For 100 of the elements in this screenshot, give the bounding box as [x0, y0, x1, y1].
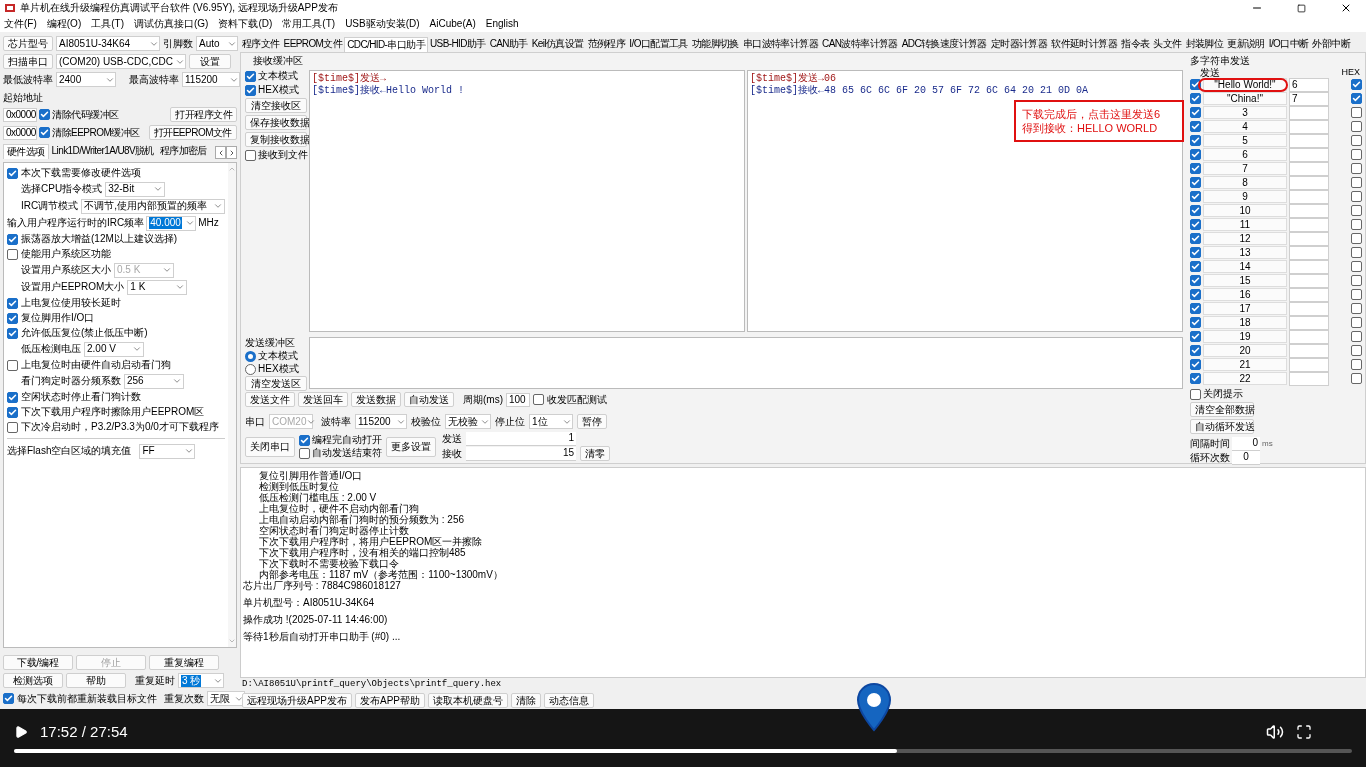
- checkbox[interactable]: [1351, 177, 1362, 188]
- tool-tab[interactable]: 程序文件: [240, 37, 282, 52]
- checkbox[interactable]: [1190, 135, 1201, 146]
- receive-action-button[interactable]: 清空接收区: [245, 98, 307, 113]
- action-button[interactable]: 重复编程: [149, 655, 219, 670]
- checkbox[interactable]: [1190, 289, 1201, 300]
- string-send-button[interactable]: 7: [1203, 162, 1287, 175]
- dropdown[interactable]: 32-Bit: [105, 181, 166, 197]
- checkbox[interactable]: [1190, 107, 1201, 118]
- send-action-button[interactable]: 发送文件: [245, 392, 295, 407]
- action-button[interactable]: 检测选项: [3, 673, 63, 688]
- checkbox[interactable]: [7, 167, 18, 179]
- menu-item[interactable]: 常用工具(T): [282, 18, 336, 30]
- checkbox[interactable]: [299, 447, 310, 459]
- volume-icon[interactable]: [1266, 723, 1284, 741]
- checkbox[interactable]: [1190, 121, 1201, 132]
- action-button[interactable]: 帮助: [66, 673, 126, 688]
- tool-tab[interactable]: EEPROM文件: [281, 37, 345, 52]
- tool-tab[interactable]: 外部中断: [1310, 37, 1353, 52]
- string-send-button[interactable]: 6: [1203, 148, 1287, 161]
- tool-tab[interactable]: 指令表: [1119, 37, 1152, 52]
- tool-tab[interactable]: I/O口配置工具: [627, 37, 690, 52]
- checkbox[interactable]: [7, 327, 18, 339]
- tool-tab[interactable]: 功能脚切换: [689, 37, 741, 52]
- radio-button[interactable]: [245, 363, 256, 375]
- tool-tab[interactable]: 软件延时计算器: [1049, 37, 1120, 52]
- checkbox[interactable]: [39, 109, 50, 120]
- dropdown[interactable]: 不调节,使用内部预置的频率: [81, 198, 225, 214]
- play-icon[interactable]: [14, 725, 28, 739]
- tool-tab[interactable]: CDC/HID-串口助手: [344, 37, 428, 52]
- open-file-button[interactable]: 打开程序文件: [170, 107, 237, 122]
- checkbox[interactable]: [1190, 79, 1201, 90]
- tool-tab[interactable]: CAN波特率计算器: [820, 37, 900, 52]
- checkbox[interactable]: [1190, 149, 1201, 160]
- tool-tab[interactable]: 更新说明: [1225, 37, 1267, 52]
- toolbar-button[interactable]: 发布APP帮助: [355, 692, 426, 708]
- checkbox[interactable]: [1351, 107, 1362, 118]
- checkbox[interactable]: [1351, 359, 1362, 370]
- toolbar-button[interactable]: 读取本机硬盘号: [428, 692, 509, 708]
- reset-count-button[interactable]: 清零: [580, 446, 610, 461]
- tab-scroll-right-button[interactable]: [226, 146, 237, 159]
- scan-port-button[interactable]: 扫描串口: [3, 54, 53, 69]
- string-send-button[interactable]: 5: [1203, 134, 1287, 147]
- checkbox[interactable]: [1190, 261, 1201, 272]
- checkbox[interactable]: [245, 84, 256, 96]
- dropdown[interactable]: Auto: [196, 36, 238, 51]
- tool-tab[interactable]: I/O口中断: [1266, 37, 1311, 52]
- dropdown[interactable]: 2.00 V: [84, 341, 144, 357]
- checkbox[interactable]: [1190, 317, 1201, 328]
- dropdown[interactable]: 无限: [207, 691, 245, 706]
- input-field[interactable]: 100: [506, 392, 530, 407]
- menu-item[interactable]: 文件(F): [4, 18, 37, 30]
- dropdown[interactable]: 2400: [56, 72, 116, 87]
- checkbox[interactable]: [1190, 191, 1201, 202]
- checkbox[interactable]: [1351, 79, 1362, 90]
- toolbar-button[interactable]: 远程现场升级APP发布: [242, 692, 352, 708]
- tool-tab[interactable]: 范例程序: [585, 37, 628, 52]
- toolbar-button[interactable]: 清除: [511, 692, 542, 708]
- string-send-button[interactable]: 3: [1203, 106, 1287, 119]
- string-send-button[interactable]: 18: [1203, 316, 1287, 329]
- progress-track[interactable]: [14, 749, 1352, 753]
- input-field[interactable]: 0x0000: [3, 125, 37, 140]
- multi-send-action-button[interactable]: 清空全部数据: [1190, 402, 1254, 417]
- string-send-button[interactable]: 20: [1203, 344, 1287, 357]
- radio-button[interactable]: [245, 350, 256, 362]
- string-send-button[interactable]: 13: [1203, 246, 1287, 259]
- action-button[interactable]: 下载/编程: [3, 655, 73, 670]
- maximize-icon[interactable]: [1297, 3, 1306, 13]
- checkbox[interactable]: [1351, 219, 1362, 230]
- checkbox[interactable]: [1351, 303, 1362, 314]
- checkbox[interactable]: [3, 693, 14, 704]
- string-send-button[interactable]: 14: [1203, 260, 1287, 273]
- multi-send-action-button[interactable]: 自动循环发送: [1190, 419, 1254, 434]
- string-send-button[interactable]: 15: [1203, 274, 1287, 287]
- close-port-button[interactable]: 关闭串口: [245, 436, 295, 457]
- checkbox[interactable]: [7, 421, 18, 433]
- string-send-button[interactable]: 21: [1203, 358, 1287, 371]
- input-field[interactable]: 6: [1289, 77, 1329, 92]
- string-send-button[interactable]: 4: [1203, 120, 1287, 133]
- string-send-button[interactable]: 9: [1203, 190, 1287, 203]
- input-field[interactable]: 0x0000: [3, 107, 37, 122]
- checkbox[interactable]: [1190, 233, 1201, 244]
- checkbox[interactable]: [1351, 345, 1362, 356]
- string-send-button[interactable]: 8: [1203, 176, 1287, 189]
- menu-item[interactable]: USB驱动安装(D): [345, 18, 420, 30]
- send-action-button[interactable]: 自动发送: [404, 392, 454, 407]
- dropdown[interactable]: 115200: [355, 414, 407, 429]
- tool-tab[interactable]: 串口波特率计算器: [740, 37, 821, 52]
- checkbox[interactable]: [7, 406, 18, 418]
- menu-item[interactable]: 编程(O): [46, 18, 82, 30]
- tool-tab[interactable]: 定时器计算器: [988, 37, 1050, 52]
- string-send-button[interactable]: 10: [1203, 204, 1287, 217]
- checkbox[interactable]: [1190, 177, 1201, 188]
- string-send-button[interactable]: 11: [1203, 218, 1287, 231]
- menu-item[interactable]: 工具(T): [91, 18, 124, 30]
- checkbox[interactable]: [1190, 219, 1201, 230]
- close-icon[interactable]: [1340, 2, 1352, 14]
- receive-action-button[interactable]: 保存接收数据: [245, 115, 307, 130]
- receive-action-button[interactable]: 复制接收数据: [245, 132, 307, 147]
- checkbox[interactable]: [1190, 345, 1201, 356]
